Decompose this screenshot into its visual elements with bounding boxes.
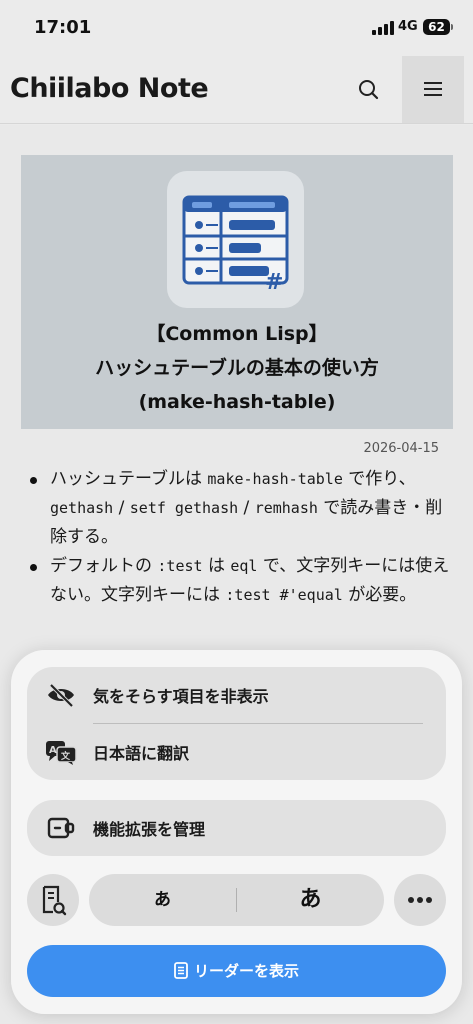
extension-icon <box>47 817 75 839</box>
text: が必要。 <box>342 585 417 605</box>
list-item: ハッシュテーブルは make-hash-table で作り、gethash / … <box>24 465 456 552</box>
list-item: デフォルトの :test は eql で、文字列キーには使えない。文字列キーには… <box>24 552 456 610</box>
hide-distractions-label: 気をそらす項目を非表示 <box>93 687 269 706</box>
text: ハッシュテーブルは <box>50 469 208 489</box>
post-date: 2026-04-15 <box>363 441 439 456</box>
network-type: 4G <box>398 19 418 34</box>
translate-label: 日本語に翻訳 <box>93 744 190 763</box>
menu-group-top: 気をそらす項目を非表示 A 文 日本語に翻訳 <box>27 667 446 780</box>
search-button[interactable] <box>346 70 392 110</box>
article-thumbnail[interactable]: # 【Common Lisp】 ハッシュテーブルの基本の使い方 (make-ha… <box>21 155 453 429</box>
hide-distractions-item[interactable]: 気をそらす項目を非表示 <box>27 667 446 723</box>
menu-button[interactable] <box>402 56 464 123</box>
text: / <box>238 498 255 518</box>
hash-table-icon: # <box>167 171 304 308</box>
svg-text:文: 文 <box>60 750 71 762</box>
decrease-font-button[interactable]: あ <box>89 874 236 926</box>
translate-item[interactable]: A 文 日本語に翻訳 <box>27 724 446 780</box>
more-button[interactable] <box>394 874 446 926</box>
code: remhash <box>254 499 318 517</box>
cellular-signal-icon <box>372 21 394 35</box>
search-icon <box>359 80 379 100</box>
hamburger-menu-icon <box>424 82 442 96</box>
site-header: Chiilabo Note <box>0 56 473 124</box>
page-search-button[interactable] <box>27 874 79 926</box>
code: setf gethash <box>129 499 239 517</box>
manage-extensions-label: 機能拡張を管理 <box>93 820 206 839</box>
status-bar: 17:01 4G 62 <box>0 0 473 56</box>
thumbnail-title-line-2: ハッシュテーブルの基本の使い方 <box>95 357 379 379</box>
text: で作り、 <box>342 469 416 489</box>
menu-group-extensions: 機能拡張を管理 <box>27 800 446 856</box>
font-size-control: あ あ <box>89 874 384 926</box>
show-reader-button[interactable]: リーダーを表示 <box>27 945 446 997</box>
battery-tip <box>451 24 453 30</box>
svg-text:#: # <box>265 270 283 295</box>
text: デフォルトの <box>50 556 158 576</box>
code: make-hash-table <box>207 470 343 488</box>
status-time: 17:01 <box>34 17 92 38</box>
code: eql <box>230 557 258 575</box>
text: / <box>113 498 130 518</box>
manage-extensions-item[interactable]: 機能拡張を管理 <box>27 800 446 856</box>
page-search-icon <box>42 885 67 916</box>
translate-icon: A 文 <box>46 741 77 765</box>
show-reader-label: リーダーを表示 <box>193 962 299 980</box>
text: は <box>202 556 231 576</box>
reader-icon <box>174 962 188 979</box>
thumbnail-title: 【Common Lisp】 ハッシュテーブルの基本の使い方 (make-hash… <box>21 317 453 419</box>
reader-controls: あ あ <box>27 874 446 926</box>
thumbnail-title-line-1: 【Common Lisp】 <box>146 323 328 345</box>
page-menu-sheet: 気をそらす項目を非表示 A 文 日本語に翻訳 機能拡張を管理 あ あ リーダーを… <box>11 650 462 1014</box>
thumbnail-title-line-3: (make-hash-table) <box>138 391 336 413</box>
summary-list: ハッシュテーブルは make-hash-table で作り、gethash / … <box>24 465 456 610</box>
code: gethash <box>50 499 114 517</box>
increase-font-button[interactable]: あ <box>237 874 384 926</box>
eye-slash-icon <box>48 683 74 708</box>
site-title[interactable]: Chiilabo Note <box>10 73 209 104</box>
more-icon <box>408 897 432 903</box>
battery-icon: 62 <box>423 19 450 35</box>
svg-text:A: A <box>49 745 57 756</box>
code: :test <box>157 557 203 575</box>
code: :test #'equal <box>225 586 343 604</box>
